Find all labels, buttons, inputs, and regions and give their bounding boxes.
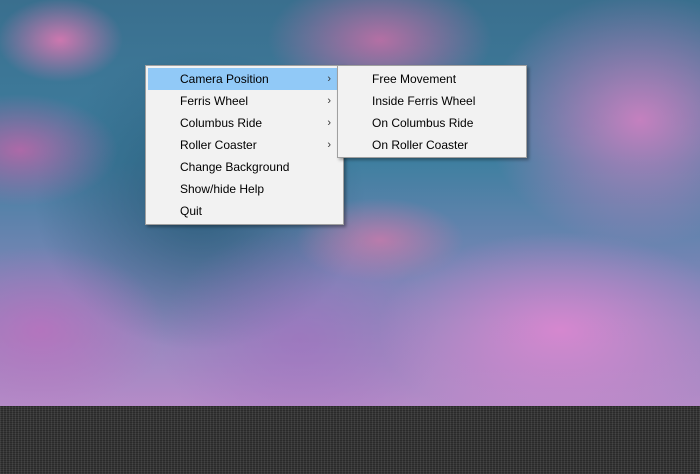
menu-item-label: Roller Coaster [180,138,257,152]
menu-item-camera-position[interactable]: Camera Position › [148,68,341,90]
menu-item-label: Show/hide Help [180,182,265,196]
menu-item-quit[interactable]: Quit [148,200,341,222]
menu-item-ferris-wheel[interactable]: Ferris Wheel › [148,90,341,112]
context-menu: Camera Position › Ferris Wheel › Columbu… [145,65,344,225]
submenu-item-on-roller-coaster[interactable]: On Roller Coaster [340,134,524,156]
menu-item-roller-coaster[interactable]: Roller Coaster › [148,134,341,156]
menu-item-label: On Columbus Ride [372,116,474,130]
menu-item-label: Free Movement [372,72,457,86]
submenu-item-inside-ferris-wheel[interactable]: Inside Ferris Wheel [340,90,524,112]
menu-item-label: On Roller Coaster [372,138,469,152]
menu-item-show-hide-help[interactable]: Show/hide Help [148,178,341,200]
scene-sky-background [0,0,700,406]
chevron-right-icon: › [327,139,331,151]
submenu-item-free-movement[interactable]: Free Movement [340,68,524,90]
menu-item-label: Quit [180,204,203,218]
menu-item-columbus-ride[interactable]: Columbus Ride › [148,112,341,134]
chevron-right-icon: › [327,73,331,85]
menu-item-label: Columbus Ride [180,116,263,130]
chevron-right-icon: › [327,95,331,107]
menu-item-label: Inside Ferris Wheel [372,94,476,108]
submenu-item-on-columbus-ride[interactable]: On Columbus Ride [340,112,524,134]
menu-item-label: Ferris Wheel [180,94,249,108]
camera-position-submenu: Free Movement Inside Ferris Wheel On Col… [337,65,527,158]
menu-item-label: Change Background [180,160,290,174]
scene-ground [0,406,700,474]
menu-item-change-background[interactable]: Change Background [148,156,341,178]
chevron-right-icon: › [327,117,331,129]
menu-item-label: Camera Position [180,72,269,86]
